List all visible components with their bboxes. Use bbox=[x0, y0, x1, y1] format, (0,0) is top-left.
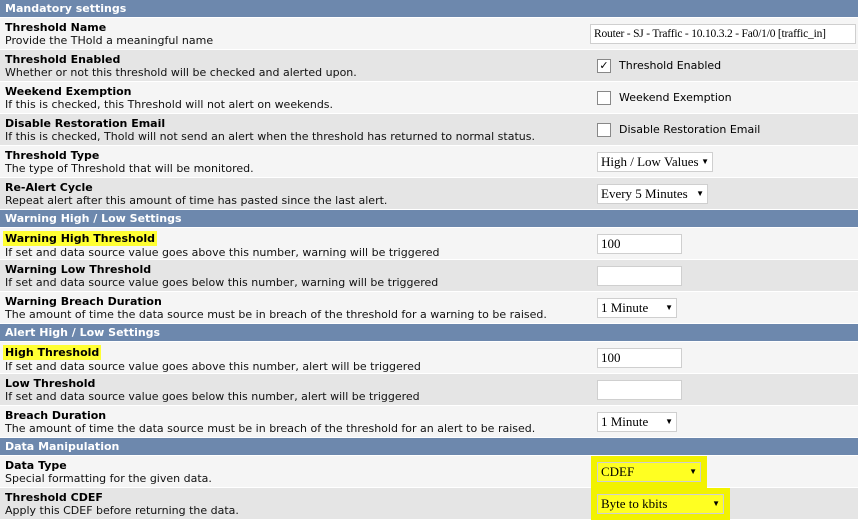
setting-label: Re-Alert Cycle bbox=[5, 181, 93, 194]
setting-description: Whether or not this threshold will be ch… bbox=[5, 66, 357, 79]
chevron-down-icon: ▼ bbox=[701, 157, 709, 166]
threshold-name-input[interactable]: Router - SJ - Traffic - 10.10.3.2 - Fa0/… bbox=[590, 23, 856, 44]
setting-label: Disable Restoration Email bbox=[5, 117, 166, 130]
selected-value: 1 Minute bbox=[601, 413, 649, 429]
setting-row-re-alert-cycle: Re-Alert Cycle Repeat alert after this am… bbox=[0, 178, 858, 210]
warning-high-threshold-input[interactable] bbox=[597, 233, 682, 254]
selected-value: Every 5 Minutes bbox=[601, 185, 688, 201]
threshold-cdef-select[interactable]: Byte to kbits ▼ bbox=[597, 493, 724, 514]
setting-row-threshold-cdef: Threshold CDEF Apply this CDEF before ret… bbox=[0, 488, 858, 520]
data-type-select[interactable]: CDEF ▼ bbox=[597, 461, 701, 482]
setting-description: Repeat alert after this amount of time h… bbox=[5, 194, 388, 207]
setting-row-breach-duration: Breach Duration The amount of time the da… bbox=[0, 406, 858, 438]
setting-label: Warning Low Threshold bbox=[5, 263, 152, 276]
chevron-down-icon: ▼ bbox=[665, 303, 673, 312]
setting-row-threshold-type: Threshold Type The type of Threshold that… bbox=[0, 146, 858, 178]
threshold-enabled-checkbox[interactable]: ✓ bbox=[597, 58, 611, 73]
checkbox-label: Disable Restoration Email bbox=[619, 123, 761, 136]
disable-restoration-email-checkbox[interactable] bbox=[597, 122, 611, 137]
setting-label: Warning Breach Duration bbox=[5, 295, 162, 308]
setting-label: Data Type bbox=[5, 459, 67, 472]
section-header-alert-high-low-settings: Alert High / Low Settings bbox=[0, 324, 858, 342]
setting-description: If set and data source value goes below … bbox=[5, 390, 420, 403]
setting-description: Apply this CDEF before returning the dat… bbox=[5, 504, 239, 517]
setting-label: Threshold Name bbox=[5, 21, 107, 34]
selected-value: High / Low Values bbox=[601, 153, 699, 169]
low-threshold-input[interactable] bbox=[597, 379, 682, 400]
high-threshold-input[interactable] bbox=[597, 347, 682, 368]
threshold-type-select[interactable]: High / Low Values ▼ bbox=[597, 151, 713, 172]
setting-row-warning-low-threshold: Warning Low Threshold If set and data sou… bbox=[0, 260, 858, 292]
checkbox-label: Threshold Enabled bbox=[619, 59, 722, 72]
setting-description: If this is checked, this Threshold will … bbox=[5, 98, 334, 111]
setting-label: Threshold Enabled bbox=[5, 53, 121, 66]
setting-row-warning-breach-duration: Warning Breach Duration The amount of tim… bbox=[0, 292, 858, 324]
setting-description: If this is checked, Thold will not send … bbox=[5, 130, 535, 143]
section-header-warning-high-low-settings: Warning High / Low Settings bbox=[0, 210, 858, 228]
section-header-data-manipulation: Data Manipulation bbox=[0, 438, 858, 456]
setting-row-low-threshold: Low Threshold If set and data source valu… bbox=[0, 374, 858, 406]
setting-description: The amount of time the data source must … bbox=[5, 308, 547, 321]
setting-row-data-type: Data Type Special formatting for the give… bbox=[0, 456, 858, 488]
re-alert-cycle-select[interactable]: Every 5 Minutes ▼ bbox=[597, 183, 708, 204]
setting-row-disable-restoration-email: Disable Restoration Email If this is chec… bbox=[0, 114, 858, 146]
threshold-name-value: Router - SJ - Traffic - 10.10.3.2 - Fa0/… bbox=[594, 27, 826, 40]
chevron-down-icon: ▼ bbox=[689, 467, 697, 476]
setting-label: Threshold CDEF bbox=[5, 491, 103, 504]
setting-description: Provide the THold a meaningful name bbox=[5, 34, 214, 47]
weekend-exemption-checkbox[interactable] bbox=[597, 90, 611, 105]
warning-breach-duration-select[interactable]: 1 Minute ▼ bbox=[597, 297, 677, 318]
chevron-down-icon: ▼ bbox=[665, 417, 673, 426]
setting-description: Special formatting for the given data. bbox=[5, 472, 212, 485]
setting-label: Low Threshold bbox=[5, 377, 96, 390]
checkbox-label: Weekend Exemption bbox=[619, 91, 732, 104]
setting-description: The type of Threshold that will be monit… bbox=[5, 162, 254, 175]
section-header-mandatory-settings: Mandatory settings bbox=[0, 0, 858, 18]
breach-duration-select[interactable]: 1 Minute ▼ bbox=[597, 411, 677, 432]
setting-label: Warning High Threshold bbox=[3, 231, 158, 246]
setting-row-weekend-exemption: Weekend Exemption If this is checked, thi… bbox=[0, 82, 858, 114]
setting-label: Weekend Exemption bbox=[5, 85, 132, 98]
chevron-down-icon: ▼ bbox=[696, 189, 704, 198]
warning-low-threshold-input[interactable] bbox=[597, 265, 682, 286]
setting-row-threshold-enabled: Threshold Enabled Whether or not this thr… bbox=[0, 50, 858, 82]
selected-value: Byte to kbits bbox=[601, 495, 668, 511]
setting-row-high-threshold: High Threshold If set and data source val… bbox=[0, 342, 858, 374]
setting-description: The amount of time the data source must … bbox=[5, 422, 536, 435]
setting-row-warning-high-threshold: Warning High Threshold If set and data so… bbox=[0, 228, 858, 260]
setting-label: Threshold Type bbox=[5, 149, 100, 162]
setting-label: Breach Duration bbox=[5, 409, 107, 422]
setting-description: If set and data source value goes above … bbox=[5, 360, 421, 373]
setting-description: If set and data source value goes above … bbox=[5, 246, 440, 259]
selected-value: CDEF bbox=[601, 463, 635, 479]
threshold-settings-form: Mandatory settings Threshold Name Provide … bbox=[0, 0, 858, 520]
chevron-down-icon: ▼ bbox=[712, 499, 720, 508]
setting-label: High Threshold bbox=[3, 345, 102, 360]
selected-value: 1 Minute bbox=[601, 299, 649, 315]
setting-row-threshold-name: Threshold Name Provide the THold a meanin… bbox=[0, 18, 858, 50]
setting-description: If set and data source value goes below … bbox=[5, 276, 439, 289]
